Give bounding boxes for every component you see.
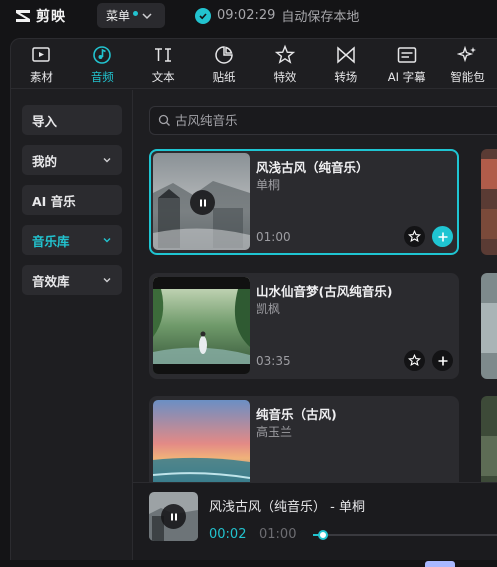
cover-art-image: [153, 277, 250, 374]
sidebar-item-label: 我的: [32, 153, 58, 169]
chevron-down-icon: [103, 278, 111, 283]
star-icon: [408, 230, 421, 243]
next-column-cover[interactable]: [481, 273, 497, 379]
song-card[interactable]: 风浅古风（纯音乐） 单桐 01:00: [149, 149, 459, 255]
tab-sticker[interactable]: 贴纸: [194, 39, 255, 88]
audio-preview-player: 风浅古风（纯音乐） - 单桐 00:02 01:00: [133, 482, 497, 567]
effects-star-icon: [274, 44, 296, 64]
app-logo: 剪映: [14, 6, 66, 26]
tab-effects[interactable]: 特效: [255, 39, 316, 88]
caption-icon: [397, 47, 416, 63]
tab-audio[interactable]: 音频: [72, 39, 133, 88]
pause-button[interactable]: [190, 190, 215, 215]
bottom-strip: [0, 560, 497, 567]
add-to-track-button[interactable]: [432, 350, 453, 371]
capcut-logo-icon: [16, 10, 30, 22]
bottom-badge: [425, 561, 455, 567]
progress-slider[interactable]: [313, 530, 497, 540]
tab-label: 素材: [29, 70, 53, 84]
menu-label: 菜单: [106, 9, 131, 23]
song-duration: 01:00: [256, 230, 291, 244]
music-note-icon: [93, 46, 112, 64]
tab-smart-pack[interactable]: 智能包: [437, 39, 497, 88]
sidebar-item-import[interactable]: 导入: [22, 105, 122, 135]
song-cover: [153, 277, 250, 374]
song-duration: 03:35: [256, 354, 291, 368]
notification-dot: [133, 10, 139, 16]
add-to-track-button[interactable]: [432, 226, 453, 247]
tab-transition[interactable]: 转场: [315, 39, 376, 88]
sidebar: 导入 我的 AI 音乐 音乐库 音效库: [11, 90, 133, 567]
tab-label: 智能包: [450, 70, 485, 84]
chevron-down-icon: [103, 158, 111, 163]
song-title: 山水仙音梦(古风纯音乐): [256, 284, 393, 299]
sidebar-item-music-library[interactable]: 音乐库: [22, 225, 122, 255]
tab-media[interactable]: 素材: [11, 39, 72, 88]
favorite-button[interactable]: [404, 226, 425, 247]
top-bar: 剪映 菜单 09:02:29 自动保存本地: [0, 0, 497, 32]
autosave-time: 09:02:29: [217, 8, 276, 23]
media-play-icon: [32, 47, 51, 62]
tool-tabs: 素材 音频 文本 贴纸 特效 转场 AI 字幕 智能包: [11, 39, 497, 89]
tab-label: 转场: [334, 70, 358, 84]
sidebar-item-label: 导入: [32, 113, 58, 129]
search-icon: [158, 114, 170, 126]
current-time: 00:02: [209, 527, 247, 542]
app-name: 剪映: [36, 9, 66, 25]
tab-label: 特效: [273, 70, 297, 84]
song-cover: [153, 153, 250, 250]
song-card[interactable]: 山水仙音梦(古风纯音乐) 凯枫 03:35: [149, 273, 459, 379]
chevron-down-icon: [103, 238, 111, 243]
autosave-status: 09:02:29 自动保存本地: [195, 6, 359, 25]
tab-label: AI 字幕: [387, 70, 426, 84]
pause-icon: [170, 513, 177, 520]
player-pause-button[interactable]: [161, 504, 186, 529]
sidebar-item-label: 音效库: [32, 273, 70, 289]
search-bar[interactable]: [149, 106, 497, 135]
plus-icon: [438, 356, 447, 365]
search-input[interactable]: [175, 113, 475, 128]
chevron-down-icon: [142, 12, 152, 19]
song-artist: 单桐: [256, 178, 281, 192]
tab-ai-caption[interactable]: AI 字幕: [376, 39, 437, 88]
song-artist: 凯枫: [256, 302, 281, 316]
media-panel: 素材 音频 文本 贴纸 特效 转场 AI 字幕 智能包 导入 我的 AI 音乐 …: [10, 38, 497, 567]
favorite-button[interactable]: [404, 350, 425, 371]
sidebar-item-label: 音乐库: [32, 233, 70, 249]
plus-icon: [438, 232, 447, 241]
transition-icon: [337, 46, 355, 64]
player-title: 风浅古风（纯音乐） - 单桐: [209, 500, 365, 515]
pause-icon: [199, 199, 206, 206]
progress-handle[interactable]: [318, 530, 328, 540]
check-circle-icon: [195, 7, 211, 24]
tab-label: 文本: [151, 70, 175, 84]
text-icon: [155, 48, 172, 62]
song-artist: 高玉兰: [256, 425, 293, 439]
sidebar-item-label: AI 音乐: [32, 193, 76, 209]
tab-label: 贴纸: [212, 70, 236, 84]
sidebar-item-ai-music[interactable]: AI 音乐: [22, 185, 122, 215]
autosave-label: 自动保存本地: [281, 10, 360, 25]
sidebar-item-mine[interactable]: 我的: [22, 145, 122, 175]
menu-button[interactable]: 菜单: [97, 3, 165, 28]
total-time: 01:00: [259, 527, 297, 542]
song-title: 风浅古风（纯音乐）: [256, 160, 369, 175]
player-cover: [149, 492, 198, 541]
smart-sparkle-icon: [456, 45, 476, 63]
tab-text[interactable]: 文本: [133, 39, 194, 88]
next-column-cover[interactable]: [481, 149, 497, 255]
sidebar-item-sound-effects[interactable]: 音效库: [22, 265, 122, 295]
star-icon: [408, 354, 421, 367]
sticker-icon: [215, 46, 233, 64]
tab-label: 音频: [90, 70, 114, 84]
song-title: 纯音乐（古风): [256, 407, 337, 422]
